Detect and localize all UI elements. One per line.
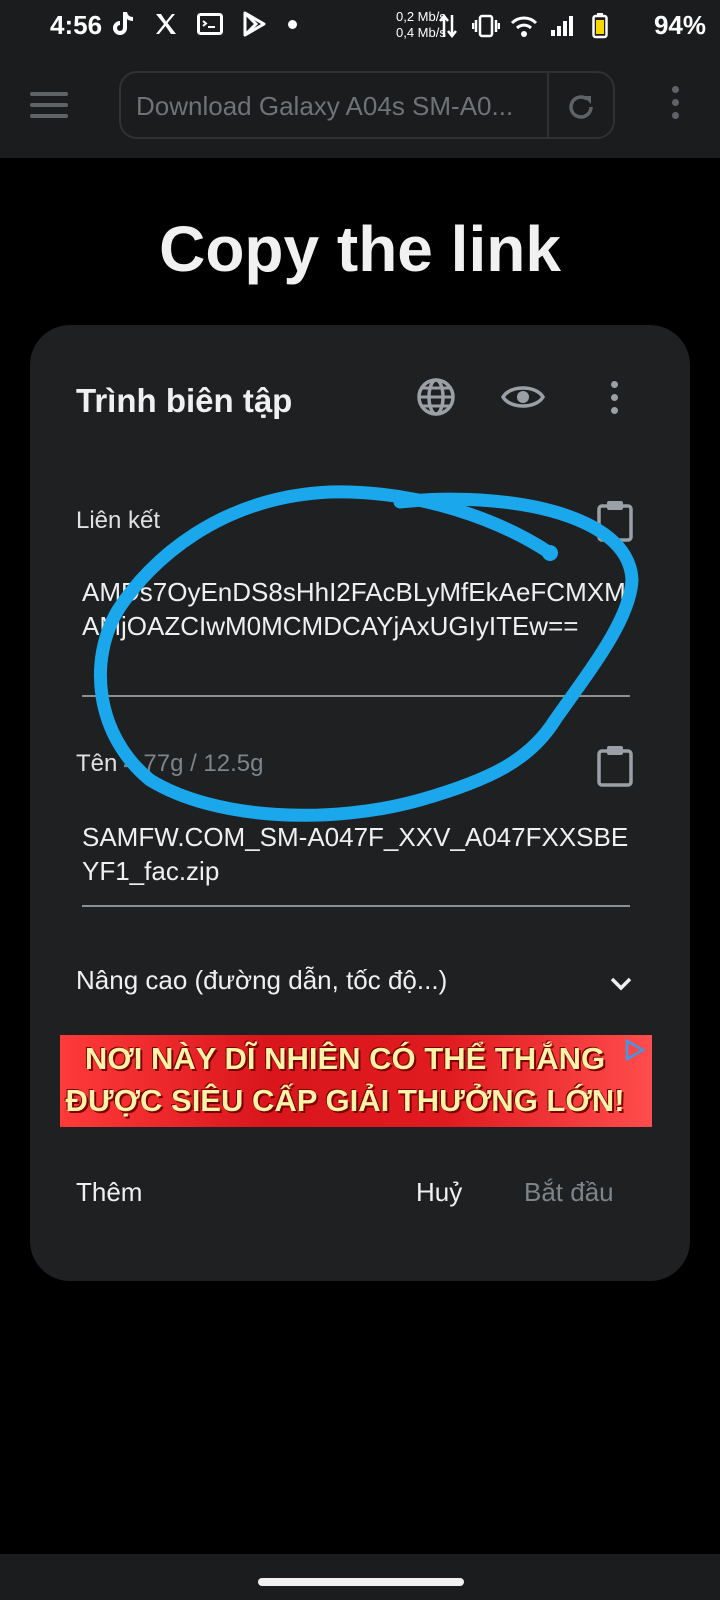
- dialog-menu-icon[interactable]: [602, 381, 626, 421]
- status-bar: 4:56 0,2 Mb/s 0,4 Mb/s 94%: [0, 0, 720, 56]
- tiktok-icon: [108, 10, 136, 38]
- vibrate-icon: [472, 12, 500, 40]
- ad-banner[interactable]: NƠI NÀY DĨ NHIÊN CÓ THỂ THẮNG ĐƯỢC SIÊU …: [60, 1035, 652, 1127]
- ad-choices-icon[interactable]: [624, 1038, 646, 1062]
- reload-icon[interactable]: [561, 87, 601, 127]
- system-icons: [434, 12, 614, 40]
- home-gesture-handle[interactable]: [258, 1578, 464, 1586]
- more-notifications-icon: [288, 19, 297, 29]
- data-transfer-icon: [434, 12, 462, 40]
- name-label: Tên 4.77g / 12.5g: [76, 750, 263, 778]
- link-label: Liên kết: [76, 507, 161, 534]
- name-field-underline: [82, 905, 630, 907]
- advanced-options-toggle[interactable]: Nâng cao (đường dẫn, tốc độ...): [76, 965, 636, 1005]
- name-label-text: Tên: [76, 750, 118, 777]
- play-store-icon: [240, 10, 268, 38]
- link-field-underline: [82, 695, 630, 697]
- battery-icon: [586, 12, 614, 40]
- paste-link-icon[interactable]: [596, 500, 634, 542]
- start-button[interactable]: Bắt đầu: [524, 1177, 614, 1208]
- terminal-icon: [196, 10, 224, 38]
- screen: 4:56 0,2 Mb/s 0,4 Mb/s 94% Download Gala…: [0, 0, 720, 1600]
- notification-icons: [108, 10, 297, 38]
- wifi-icon: [510, 12, 538, 40]
- eye-icon[interactable]: [500, 377, 546, 417]
- name-field[interactable]: SAMFW.COM_SM-A047F_XXV_A047FXXSBEYF1_fac…: [82, 820, 632, 888]
- more-button[interactable]: Thêm: [76, 1177, 142, 1208]
- navigation-bar: [0, 1554, 720, 1600]
- battery-percent: 94%: [653, 10, 706, 40]
- page-heading: Copy the link: [159, 213, 561, 285]
- cancel-button[interactable]: Huỷ: [416, 1177, 462, 1208]
- download-editor-dialog: Trình biên tập Liên kết AMDs7OyEnDS8sHhI…: [30, 325, 690, 1281]
- address-bar[interactable]: Download Galaxy A04s SM-A0...: [119, 71, 615, 139]
- file-size: 4.77g / 12.5g: [123, 750, 264, 777]
- address-bar-divider: [547, 73, 549, 137]
- status-time: 4:56: [50, 10, 103, 40]
- ad-text-line2: ĐƯỢC SIÊU CẤP GIẢI THƯỞNG LỚN!: [65, 1083, 625, 1118]
- paste-name-icon[interactable]: [596, 745, 634, 787]
- x-icon: [152, 10, 180, 38]
- browser-toolbar: Download Galaxy A04s SM-A0...: [0, 56, 720, 158]
- dialog-title: Trình biên tập: [76, 382, 293, 419]
- chevron-down-icon: [606, 969, 636, 999]
- advanced-options-label: Nâng cao (đường dẫn, tốc độ...): [76, 965, 448, 995]
- signal-icon: [548, 12, 576, 40]
- menu-icon[interactable]: [30, 92, 68, 122]
- globe-icon[interactable]: [414, 375, 458, 419]
- link-field[interactable]: AMDs7OyEnDS8sHhI2FAcBLyMfEkAeFCMXMAMjOAZ…: [82, 575, 632, 643]
- url-text: Download Galaxy A04s SM-A0...: [136, 91, 514, 121]
- overflow-menu-icon[interactable]: [660, 86, 690, 130]
- ad-text-line1: NƠI NÀY DĨ NHIÊN CÓ THỂ THẮNG: [84, 1041, 606, 1076]
